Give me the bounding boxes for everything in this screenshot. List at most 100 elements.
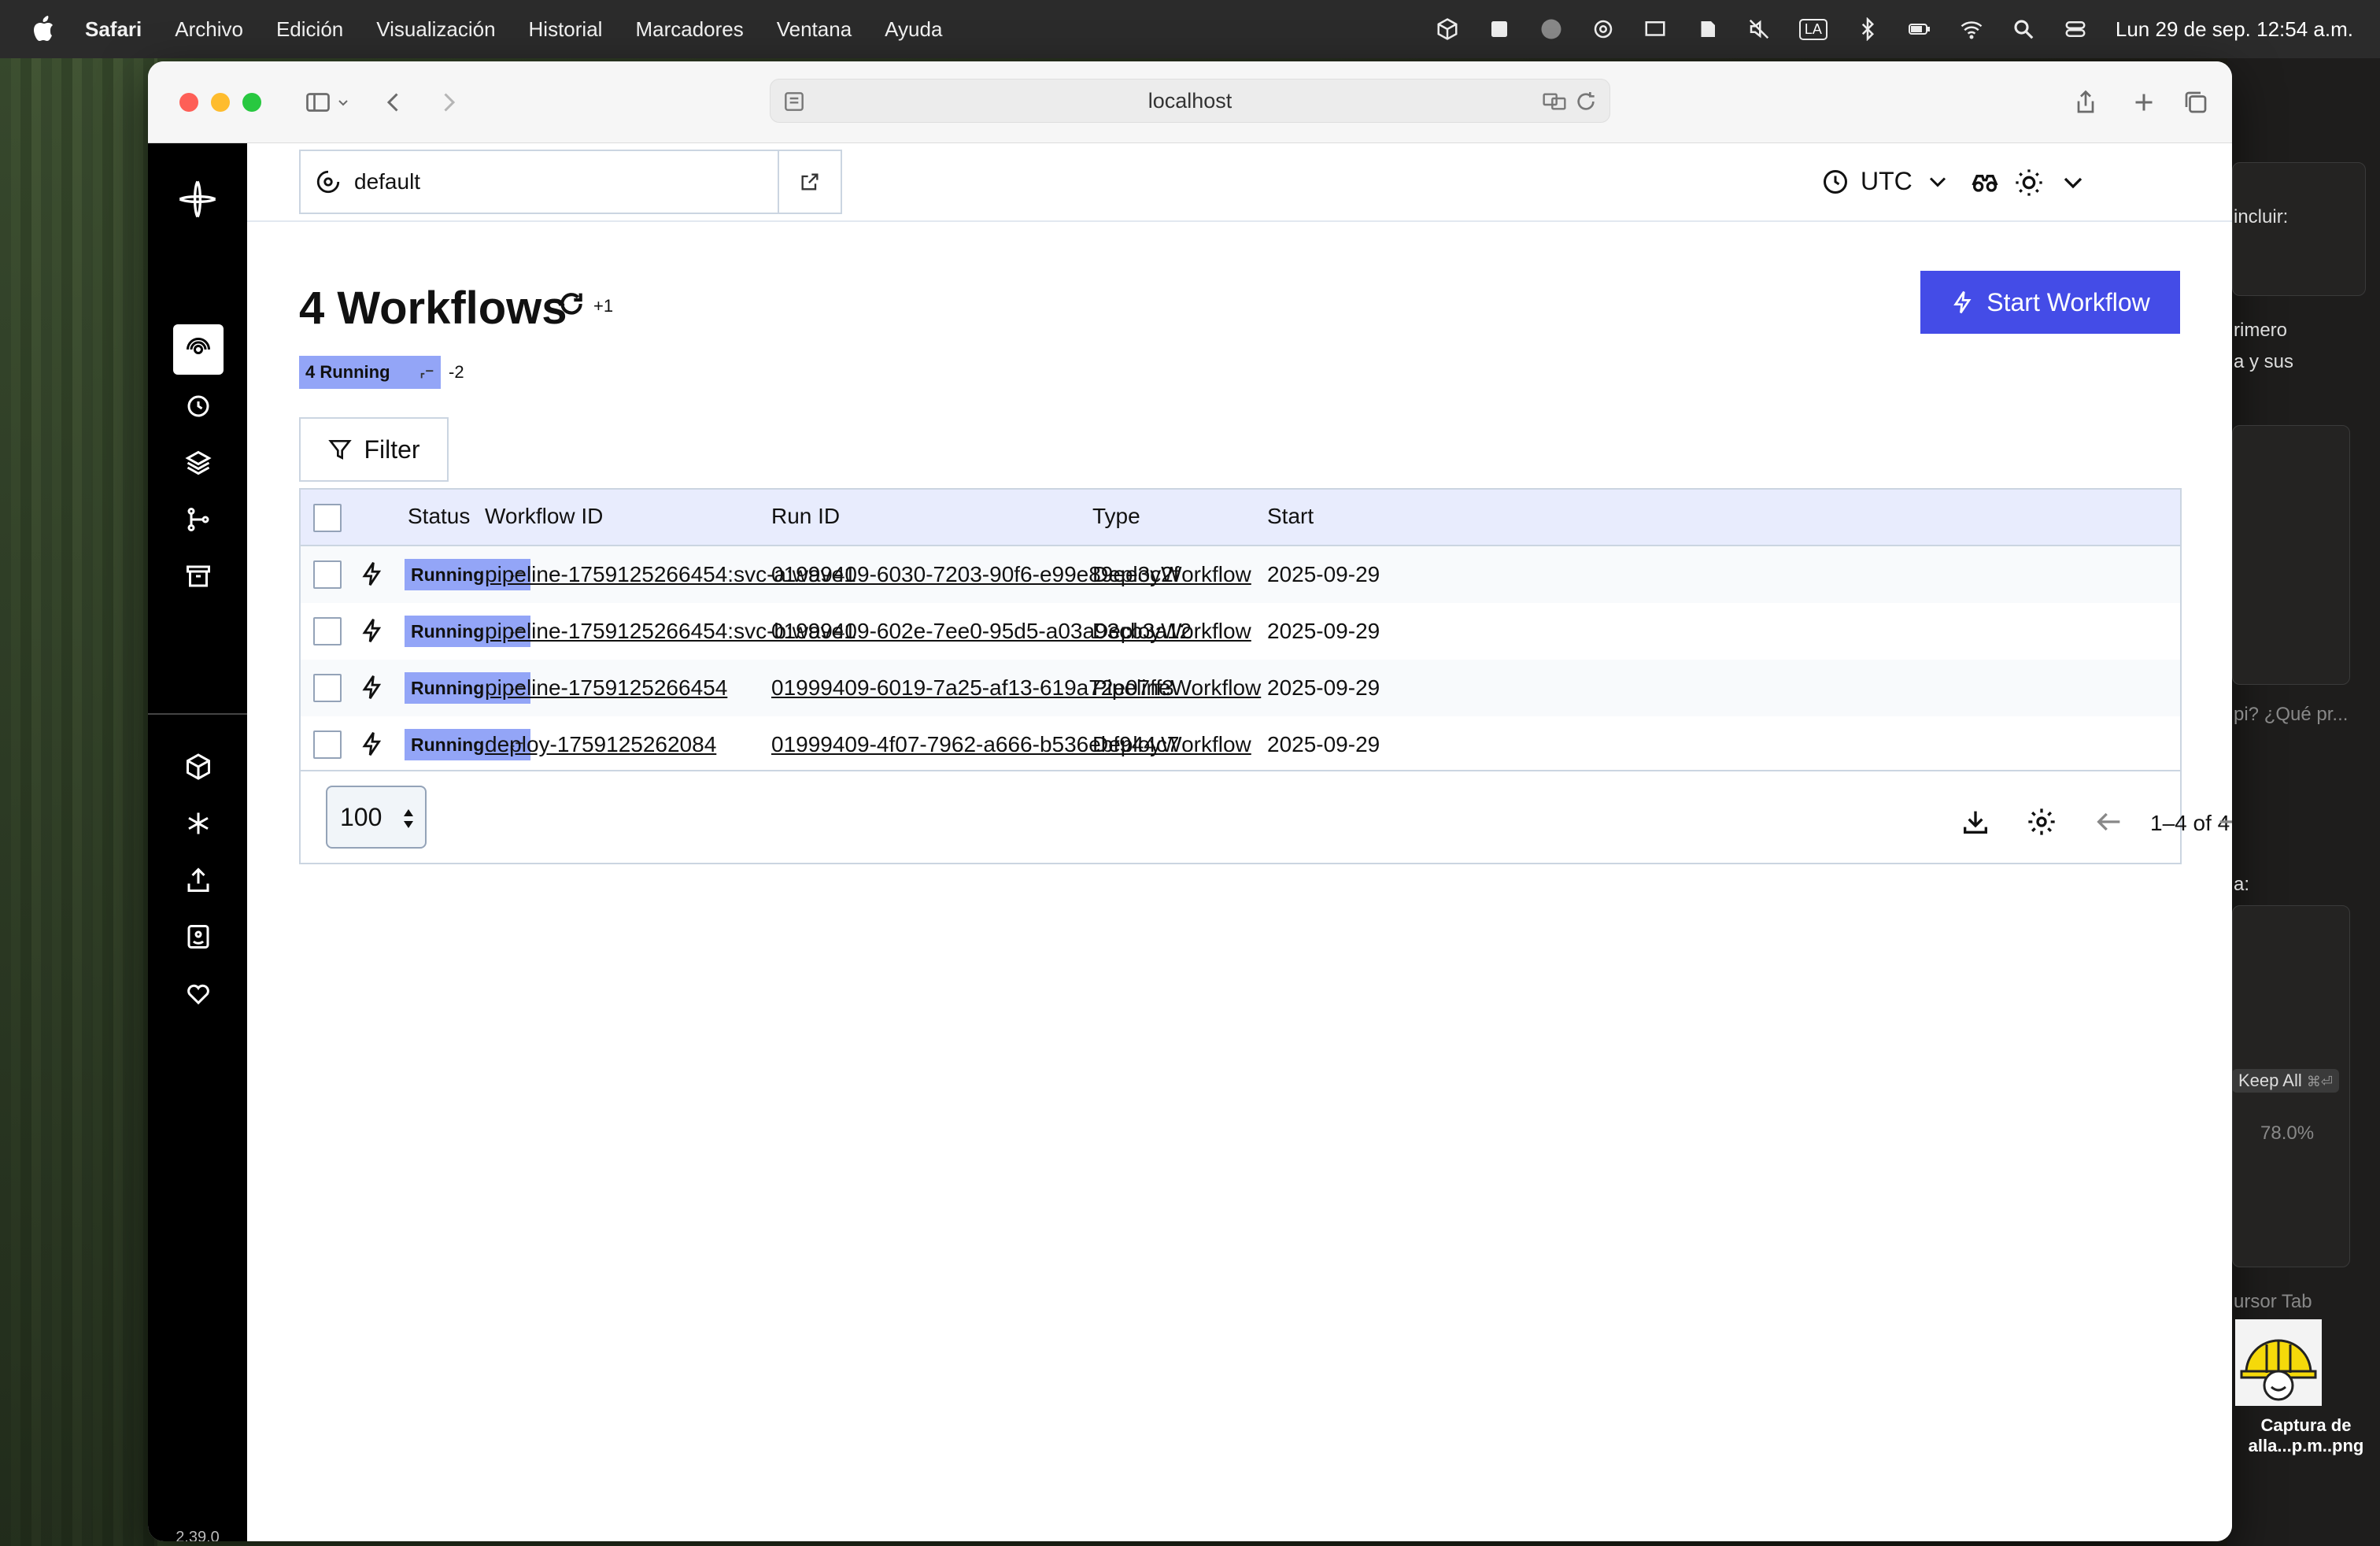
next-page-icon[interactable] (2215, 806, 2232, 838)
menu-ventana[interactable]: Ventana (777, 17, 852, 42)
nav-namespaces-icon[interactable] (173, 742, 224, 792)
row-checkbox[interactable] (313, 730, 342, 759)
status-count-badge[interactable]: 4 Running (299, 356, 441, 389)
desktop-file-icon[interactable]: Captura de alla...p.m..png (2232, 1319, 2380, 1477)
context-percentage: 78.0% (2260, 1123, 2315, 1144)
nav-schedules-icon[interactable] (173, 381, 224, 431)
translate-icon[interactable] (1542, 89, 1567, 114)
menubar-clock[interactable]: Lun 29 de sep. 12:54 a.m. (2116, 17, 2353, 42)
type-link[interactable]: DeployWorkflow (1092, 732, 1251, 757)
eye-status-icon[interactable] (1591, 17, 1615, 41)
settings-gear-icon[interactable] (2026, 806, 2057, 838)
namespace-value: default (354, 169, 421, 194)
new-tab-icon[interactable] (2127, 85, 2161, 120)
apple-logo-icon[interactable] (31, 16, 55, 43)
nav-nexus-icon[interactable] (173, 798, 224, 849)
menu-ayuda[interactable]: Ayuda (885, 17, 942, 42)
nav-workflows-icon[interactable] (173, 324, 224, 375)
clipboard-status-icon[interactable] (1488, 17, 1511, 41)
keyboard-layout-badge[interactable]: LA (1798, 18, 1828, 40)
timezone-selector[interactable]: UTC (1821, 167, 1952, 196)
share-icon[interactable] (2068, 85, 2103, 120)
nav-deployments-icon[interactable] (173, 494, 224, 545)
status-delta: -2 (449, 362, 464, 382)
type-link[interactable]: PipelineWorkflow (1092, 675, 1261, 701)
select-all-checkbox[interactable] (313, 504, 342, 532)
workflows-table: Status Workflow ID Run ID Type Start Run… (299, 488, 2182, 771)
side-text-5: a: (2234, 874, 2250, 895)
menu-edicion[interactable]: Edición (276, 17, 343, 42)
mute-status-icon[interactable] (1747, 17, 1771, 41)
column-type[interactable]: Type (1092, 504, 1140, 529)
battery-icon[interactable] (1908, 17, 1931, 41)
nav-heart-icon[interactable] (173, 968, 224, 1019)
zoom-window-button[interactable] (242, 93, 261, 112)
sidebar-toggle-icon[interactable] (301, 85, 335, 120)
theme-sun-icon[interactable] (2013, 167, 2045, 198)
row-checkbox[interactable] (313, 617, 342, 645)
namespace-icon (316, 170, 340, 194)
menu-visualizacion[interactable]: Visualización (376, 17, 495, 42)
chevron-down-icon (1929, 176, 1946, 187)
url-text: localhost (1148, 88, 1232, 113)
menu-archivo[interactable]: Archivo (175, 17, 243, 42)
side-input-box[interactable] (2232, 162, 2366, 296)
evernote-status-icon[interactable] (1695, 17, 1719, 41)
page-icon (785, 92, 804, 111)
type-link[interactable]: DeployWorkflow (1092, 619, 1251, 644)
bluetooth-icon[interactable] (1856, 17, 1879, 41)
nav-import-icon[interactable] (173, 855, 224, 905)
table-footer (299, 771, 2182, 864)
column-start[interactable]: Start (1267, 504, 1314, 529)
keep-all-button[interactable]: Keep All ⌘⏎ (2232, 1069, 2339, 1093)
workflow-id-link[interactable]: pipeline-1759125266454 (485, 675, 727, 701)
external-link-icon[interactable] (778, 151, 841, 213)
back-icon[interactable] (376, 85, 411, 120)
spotlight-search-icon[interactable] (2012, 17, 2035, 41)
chevron-down-icon[interactable] (334, 85, 353, 120)
menu-historial[interactable]: Historial (529, 17, 603, 42)
close-window-button[interactable] (179, 93, 198, 112)
workflow-id-link[interactable]: deploy-1759125262084 (485, 732, 716, 757)
tab-overview-icon[interactable] (2179, 85, 2213, 120)
table-row: Running deploy-1759125262084 01999409-4f… (301, 716, 2180, 770)
bolt-icon (1953, 290, 1972, 314)
top-bar: default UTC (247, 143, 2232, 222)
chevron-down-icon[interactable] (2057, 167, 2089, 198)
globe-status-icon[interactable] (1539, 17, 1563, 41)
nav-archive-icon[interactable] (173, 551, 224, 601)
address-bar[interactable]: localhost (770, 79, 1610, 123)
start-workflow-button[interactable]: Start Workflow (1920, 271, 2180, 334)
reload-icon[interactable] (1573, 89, 1598, 114)
screen-status-icon[interactable] (1643, 17, 1667, 41)
nav-feedback-icon[interactable] (173, 912, 224, 962)
box-status-icon[interactable] (1436, 17, 1459, 41)
wifi-icon[interactable] (1960, 17, 1983, 41)
column-status[interactable]: Status (408, 504, 470, 529)
row-checkbox[interactable] (313, 560, 342, 589)
nav-batch-icon[interactable] (173, 438, 224, 488)
menu-app-name[interactable]: Safari (85, 17, 142, 42)
desktop-file-name: Captura de alla...p.m..png (2248, 1415, 2364, 1455)
column-workflow-id[interactable]: Workflow ID (485, 504, 603, 529)
previous-page-icon[interactable] (2094, 806, 2125, 838)
menu-marcadores[interactable]: Marcadores (635, 17, 743, 42)
refresh-icon[interactable] (556, 288, 587, 320)
side-panel-box[interactable] (2232, 425, 2350, 685)
forward-icon[interactable] (431, 85, 466, 120)
control-center-icon[interactable] (2064, 17, 2087, 41)
download-icon[interactable] (1960, 806, 1991, 838)
clock-icon (1824, 169, 1847, 194)
row-checkbox[interactable] (313, 674, 342, 702)
column-run-id[interactable]: Run ID (771, 504, 840, 529)
filter-button[interactable]: Filter (299, 417, 449, 482)
minimize-window-button[interactable] (211, 93, 230, 112)
keep-all-label: Keep All (2238, 1071, 2302, 1090)
type-link[interactable]: DeployWorkflow (1092, 562, 1251, 587)
temporal-logo-icon[interactable] (176, 178, 219, 220)
bolt-icon (359, 730, 386, 757)
desktop-wallpaper (0, 58, 157, 1546)
data-encoder-icon[interactable] (1969, 167, 2001, 198)
namespace-selector[interactable]: default (299, 150, 842, 214)
page-size-select[interactable]: 100 (326, 786, 427, 849)
